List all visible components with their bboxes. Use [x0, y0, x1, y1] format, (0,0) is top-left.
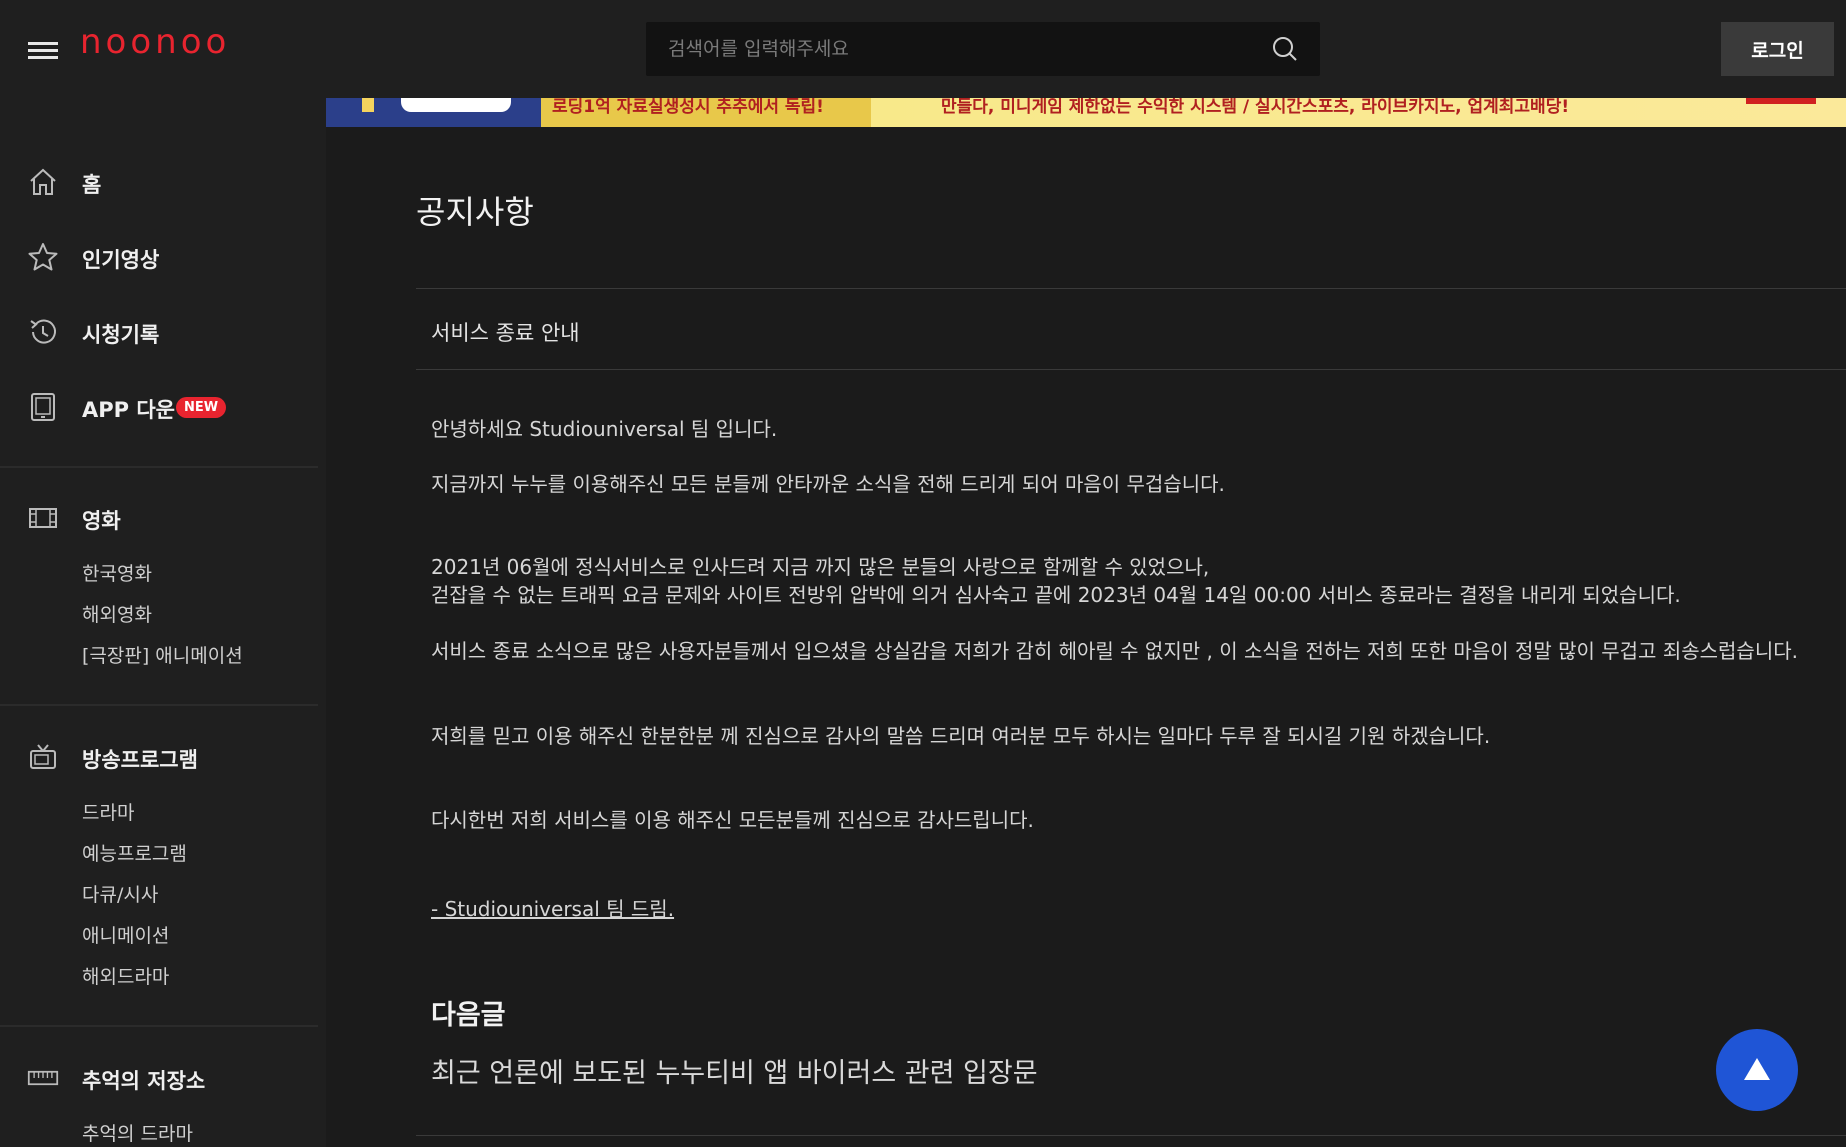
- login-button[interactable]: 로그인: [1721, 22, 1834, 76]
- home-icon: [30, 168, 56, 195]
- next-post-link[interactable]: 최근 언론에 보도된 누누티비 앱 바이러스 관련 입장문: [431, 1051, 1038, 1090]
- post-paragraph: 2021년 06월에 정식서비스로 인사드려 지금 까지 많은 분들의 사랑으로…: [431, 555, 1681, 607]
- sidebar-item-home[interactable]: 홈: [0, 153, 326, 213]
- sidebar-subitem-variety[interactable]: 예능프로그램: [82, 839, 187, 866]
- sidebar-section-archive[interactable]: 추억의 저장소: [0, 1049, 326, 1109]
- sidebar-item-label: APP 다운: [82, 398, 175, 422]
- tv-icon: [30, 744, 56, 769]
- sidebar-item-label: 홈: [82, 173, 102, 197]
- search-bar: [646, 22, 1320, 76]
- sidebar-divider: [0, 466, 318, 468]
- post-paragraph: 안녕하세요 Studiouniversal 팀 입니다.: [431, 417, 778, 441]
- next-post-label: 다음글: [431, 1000, 506, 1031]
- ad-banner[interactable]: 로딩1억 자료실생성시 추추에서 독립! 만들다, 미니게임 제한없는 수익한 …: [326, 98, 1846, 127]
- sidebar-subitem-foreign-drama[interactable]: 해외드라마: [82, 962, 169, 989]
- search-input[interactable]: [646, 22, 1246, 76]
- banner-text-left: 로딩1억 자료실생성시 추추에서 독립!: [552, 98, 824, 117]
- sidebar-section-broadcast[interactable]: 방송프로그램: [0, 728, 326, 788]
- site-logo[interactable]: noonoo: [80, 22, 230, 62]
- divider: [416, 288, 1846, 289]
- tablet-icon: [31, 393, 55, 421]
- sidebar-subitem-korean-movies[interactable]: 한국영화: [82, 559, 152, 586]
- banner-logo: [1746, 98, 1816, 104]
- signature-link[interactable]: - Studiouniversal 팀 드림.: [431, 893, 674, 922]
- post-title: 서비스 종료 안내: [431, 321, 580, 345]
- sidebar-divider: [0, 704, 318, 706]
- sidebar-subitem-drama[interactable]: 드라마: [82, 798, 134, 825]
- arrow-up-icon: [1744, 1058, 1770, 1080]
- archive-icon: [27, 1070, 59, 1086]
- sidebar-item-popular[interactable]: 인기영상: [0, 228, 326, 288]
- banner-text-right: 만들다, 미니게임 제한없는 수익한 시스템 / 실시간스포츠, 라이브카지노,…: [941, 98, 1570, 117]
- film-icon: [29, 508, 57, 528]
- post-paragraph: 저희를 믿고 이용 해주신 한분한분 께 진심으로 감사의 말씀 드리며 여러분…: [431, 724, 1491, 748]
- sidebar-item-history[interactable]: 시청기록: [0, 303, 326, 363]
- search-icon[interactable]: [1270, 34, 1300, 64]
- sidebar-subitem-theatrical-animation[interactable]: [극장판] 애니메이션: [82, 641, 243, 668]
- menu-icon[interactable]: [28, 38, 58, 62]
- divider: [416, 369, 1846, 370]
- scroll-top-button[interactable]: [1716, 1029, 1798, 1111]
- post-paragraph: 서비스 종료 소식으로 많은 사용자분들께서 입으셨을 상실감을 저희가 감히 …: [431, 639, 1798, 663]
- post-paragraph: 지금까지 누누를 이용해주신 모든 분들께 안타까운 소식을 전해 드리게 되어…: [431, 472, 1225, 496]
- main-content: 공지사항 서비스 종료 안내 안녕하세요 Studiouniversal 팀 입…: [326, 127, 1846, 1147]
- divider: [416, 1135, 1846, 1136]
- banner-decoration: [362, 98, 374, 112]
- sidebar-section-label: 영화: [82, 509, 121, 533]
- top-header: noonoo 로그인: [0, 0, 1846, 98]
- sidebar-subitem-animation[interactable]: 애니메이션: [82, 921, 169, 948]
- sidebar-item-app-download[interactable]: APP 다운 NEW: [0, 378, 326, 438]
- sidebar-section-movies[interactable]: 영화: [0, 489, 326, 549]
- sidebar-section-label: 추억의 저장소: [82, 1069, 206, 1093]
- history-icon: [30, 319, 56, 344]
- sidebar-section-label: 방송프로그램: [82, 748, 198, 772]
- sidebar-subitem-documentary[interactable]: 다큐/시사: [82, 880, 158, 907]
- banner-decoration: [401, 98, 511, 112]
- sidebar-divider: [0, 1025, 318, 1027]
- post-paragraph: 다시한번 저희 서비스를 이용 해주신 모든분들께 진심으로 감사드립니다.: [431, 808, 1034, 832]
- page-title: 공지사항: [416, 193, 534, 231]
- sidebar-subitem-retro-drama[interactable]: 추억의 드라마: [82, 1119, 193, 1146]
- new-badge: NEW: [176, 397, 227, 418]
- star-icon: [28, 243, 58, 271]
- sidebar-item-label: 시청기록: [82, 323, 160, 347]
- sidebar-item-label: 인기영상: [82, 248, 160, 272]
- sidebar: 홈 인기영상 시청기록 APP 다운 NEW 영화 한국영화 해외영화 [극장판…: [0, 98, 326, 1147]
- sidebar-subitem-foreign-movies[interactable]: 해외영화: [82, 600, 152, 627]
